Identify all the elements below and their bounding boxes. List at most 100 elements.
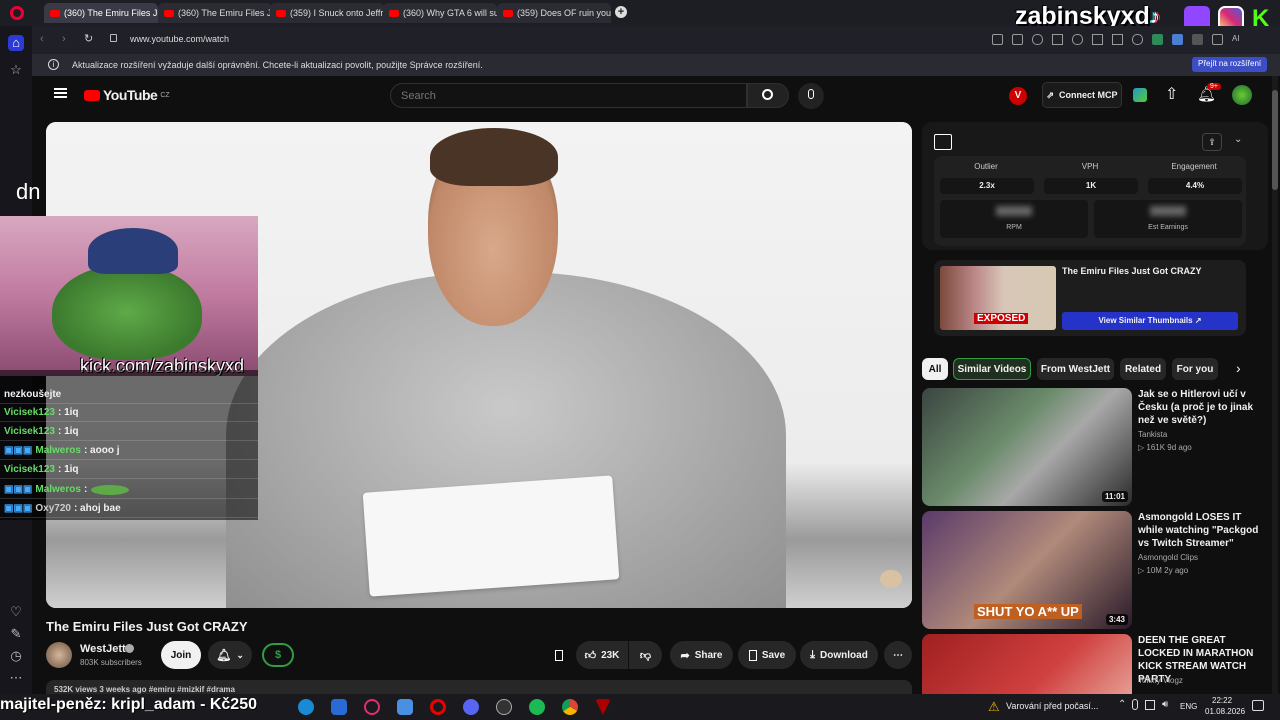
browser-tab[interactable]: (359) I Snuck onto Jeffrey xyxy=(270,3,384,23)
star-icon[interactable]: ☆ xyxy=(8,62,24,78)
more-icon[interactable]: ⋯ xyxy=(8,670,24,686)
rpm-label: RPM xyxy=(1006,224,1022,231)
opera-logo-icon[interactable] xyxy=(10,6,24,20)
collapse-chevron-icon[interactable]: ⌄ xyxy=(1234,134,1242,145)
subscriber-count: 803K subscribers xyxy=(80,658,142,667)
video-thumbnail[interactable]: EXPOSED xyxy=(940,266,1056,330)
voice-search-button[interactable] xyxy=(798,83,824,109)
download-button[interactable]: ⤓ Download xyxy=(800,641,878,669)
weather-warning[interactable]: Varování před počasí... xyxy=(1006,701,1098,711)
export-button[interactable]: ⇪ xyxy=(1202,133,1222,151)
thumbs-up-icon: 👍︎ xyxy=(584,649,597,662)
browser-tab[interactable]: (360) Why GTA 6 will suck xyxy=(383,3,497,23)
channel-name[interactable]: WestJett xyxy=(80,643,126,655)
edge-icon[interactable] xyxy=(298,699,314,715)
new-tab-icon[interactable]: + xyxy=(615,6,627,18)
vpn-icon[interactable] xyxy=(595,699,611,715)
search-input[interactable] xyxy=(390,83,747,108)
share-button[interactable]: ➦ Share xyxy=(670,641,733,669)
notification-center-icon[interactable] xyxy=(1252,700,1264,711)
browser-tab[interactable]: (360) The Emiru Files Just xyxy=(44,3,158,23)
snapshot-icon[interactable] xyxy=(992,34,1003,45)
spotify-icon[interactable] xyxy=(529,699,545,715)
browser-tab[interactable]: (360) The Emiru Files Just xyxy=(158,3,272,23)
download-icon[interactable] xyxy=(1092,34,1103,45)
extension-icon[interactable] xyxy=(1133,88,1147,102)
home-icon[interactable]: ⌂ xyxy=(8,35,24,51)
extension-icon[interactable] xyxy=(1192,34,1203,45)
related-video[interactable]: SHUT YO A** UP 3:43 Asmongold LOSES IT w… xyxy=(922,511,1280,629)
back-icon[interactable]: ‹ xyxy=(40,33,44,45)
browser-tab[interactable]: (359) Does OF ruin your li xyxy=(497,3,611,23)
like-button[interactable]: 👍︎ 23K xyxy=(576,641,628,669)
channel-avatar[interactable] xyxy=(46,642,72,668)
youtube-favicon-icon xyxy=(503,9,513,17)
extension-icon[interactable] xyxy=(1152,34,1163,45)
clock-date[interactable]: 01.08.2026 xyxy=(1205,707,1245,716)
chevron-right-icon[interactable]: › xyxy=(1236,360,1241,376)
bookmark-button[interactable] xyxy=(544,641,574,669)
edit-icon[interactable]: ✎ xyxy=(8,626,24,642)
related-video[interactable]: 11:01 Jak se o Hitlerovi učí v Česku (a … xyxy=(922,388,1280,506)
dislike-button[interactable]: 👎︎ xyxy=(629,641,662,669)
info-icon: i xyxy=(48,59,59,70)
upload-icon[interactable]: ⇧ xyxy=(1165,84,1178,104)
store-icon[interactable] xyxy=(331,699,347,715)
join-button[interactable]: Join xyxy=(161,641,201,669)
connect-mcp-button[interactable]: ⇗ Connect MCP xyxy=(1042,82,1122,108)
opera-gx-icon[interactable] xyxy=(364,699,380,715)
network-icon[interactable] xyxy=(1145,700,1155,710)
related-video[interactable]: DEEN THE GREAT LOCKED IN MARATHON KICK S… xyxy=(922,634,1280,694)
video-title: The Emiru Files Just Got CRAZY xyxy=(46,619,248,634)
discord-icon[interactable] xyxy=(463,699,479,715)
shield-icon[interactable] xyxy=(1032,34,1043,45)
more-actions-button[interactable]: ⋯ xyxy=(884,641,912,669)
vpn-extension-icon[interactable]: V xyxy=(1009,87,1027,105)
chip-for-you[interactable]: For you xyxy=(1172,358,1218,380)
reload-icon[interactable]: ↻ xyxy=(84,32,93,45)
search-button[interactable] xyxy=(747,83,789,108)
play-icon[interactable] xyxy=(1052,34,1063,45)
extension-icon[interactable] xyxy=(1212,34,1223,45)
view-similar-thumbnails-button[interactable]: View Similar Thumbnails ↗ xyxy=(1062,312,1238,330)
thanks-button[interactable]: $ xyxy=(262,643,294,667)
camera-icon[interactable] xyxy=(1012,34,1023,45)
chat-text: : aooo j xyxy=(83,445,120,456)
hamburger-menu-icon[interactable] xyxy=(54,88,67,98)
chrome-icon[interactable] xyxy=(562,699,578,715)
opera-icon[interactable] xyxy=(430,699,446,715)
clock-time[interactable]: 22:22 xyxy=(1212,696,1232,705)
tray-chevron-icon[interactable]: ⌃ xyxy=(1118,699,1126,710)
chip-similar-videos[interactable]: Similar Videos xyxy=(953,358,1031,380)
chip-all[interactable]: All xyxy=(922,358,948,380)
app-icon[interactable] xyxy=(397,699,413,715)
subscribe-bell-button[interactable]: 🔔︎ ⌄ xyxy=(208,641,252,669)
webcam-overlay: kick.com/zabinskyxd xyxy=(0,216,258,376)
volume-icon[interactable]: 🔊︎ xyxy=(1162,699,1168,710)
extension-icon[interactable] xyxy=(1172,34,1183,45)
heart-icon[interactable]: ♡ xyxy=(8,604,24,620)
ai-icon[interactable]: AI xyxy=(1232,34,1248,45)
menu-icon[interactable] xyxy=(1112,34,1123,45)
obs-icon[interactable] xyxy=(496,699,512,715)
scrollbar-thumb[interactable] xyxy=(1272,90,1278,190)
duration-badge: 11:01 xyxy=(1101,491,1128,502)
analytics-panel: ⇪ ⌄ Outlier VPH Engagement 2.3x 1K 4.4% … xyxy=(922,122,1268,250)
go-to-extensions-button[interactable]: Přejít na rozšíření xyxy=(1192,57,1268,72)
profile-icon[interactable] xyxy=(1132,34,1143,45)
youtube-logo[interactable]: YouTube CZ xyxy=(84,87,170,103)
watermark-icon xyxy=(880,570,902,588)
language-indicator[interactable]: ENG xyxy=(1180,702,1197,711)
forward-icon[interactable]: › xyxy=(62,33,66,45)
chip-from-channel[interactable]: From WestJett xyxy=(1037,358,1114,380)
youtube-favicon-icon xyxy=(164,9,174,17)
history-icon[interactable]: ◷ xyxy=(8,648,24,664)
heart-icon[interactable] xyxy=(1072,34,1083,45)
scrollbar[interactable] xyxy=(1272,76,1278,694)
frog-hat-icon xyxy=(88,228,178,274)
avatar[interactable] xyxy=(1232,85,1252,105)
chip-related[interactable]: Related xyxy=(1120,358,1166,380)
microphone-icon[interactable] xyxy=(1132,699,1138,710)
save-button[interactable]: Save xyxy=(738,641,796,669)
url-field[interactable]: www.youtube.com/watch xyxy=(130,34,229,44)
